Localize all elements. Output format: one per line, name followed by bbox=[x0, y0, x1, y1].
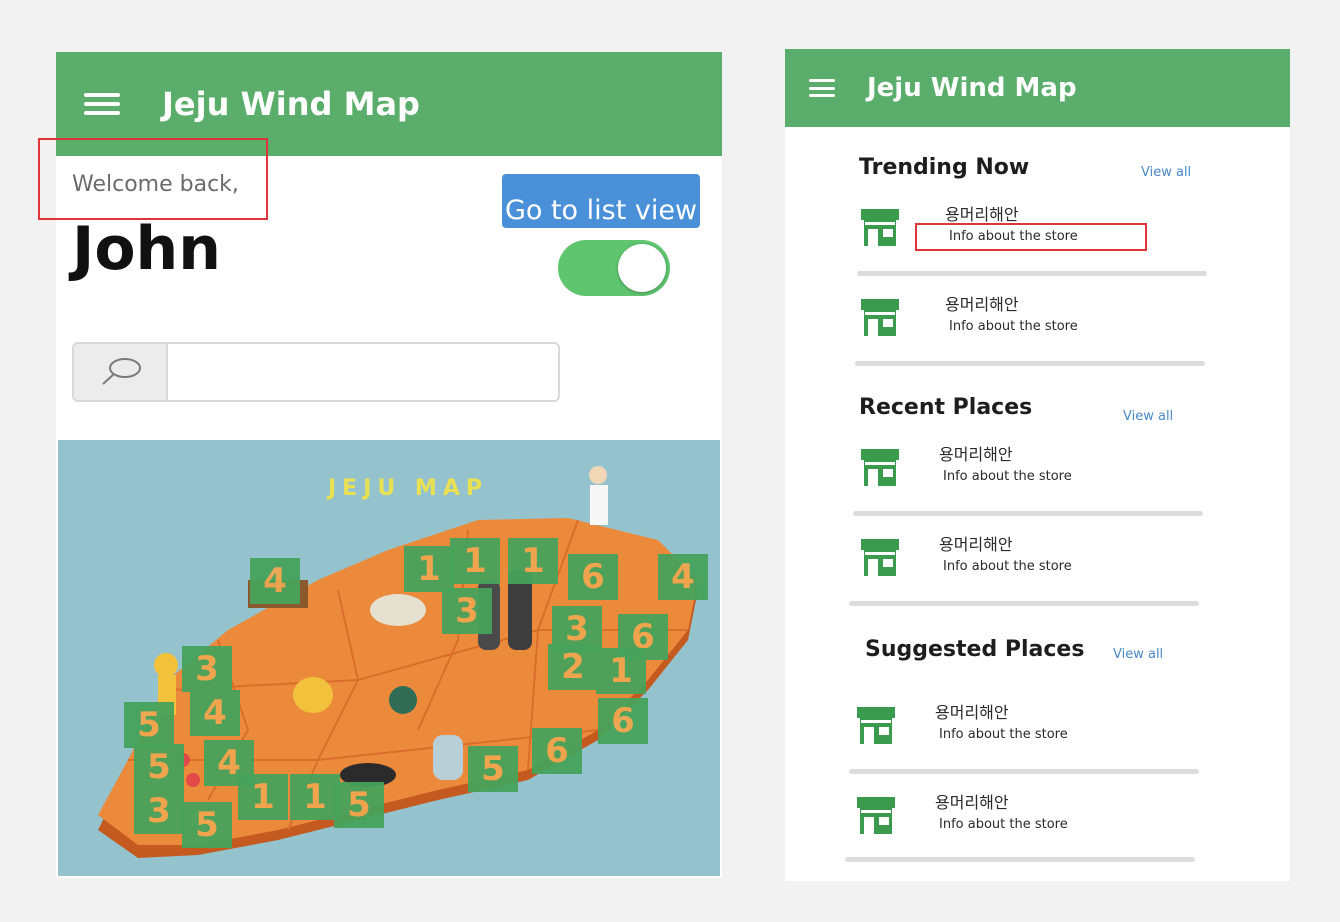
map-marker[interactable]: 3 bbox=[134, 788, 184, 834]
view-toggle[interactable] bbox=[558, 240, 670, 296]
map-marker[interactable]: 5 bbox=[334, 782, 384, 828]
store-list-item[interactable]: 용머리해안 Info about the store bbox=[855, 789, 1215, 859]
divider bbox=[845, 857, 1195, 862]
map-marker[interactable]: 1 bbox=[596, 648, 646, 694]
map-marker[interactable]: 4 bbox=[190, 690, 240, 736]
map-marker[interactable]: 1 bbox=[290, 774, 340, 820]
map-marker[interactable]: 5 bbox=[468, 746, 518, 792]
map-marker[interactable]: 5 bbox=[134, 744, 184, 790]
map-marker[interactable]: 1 bbox=[508, 538, 558, 584]
menu-icon[interactable] bbox=[84, 93, 120, 115]
map-marker[interactable]: 6 bbox=[598, 698, 648, 744]
divider bbox=[849, 769, 1199, 774]
store-info: Info about the store bbox=[943, 469, 1072, 484]
map-marker[interactable]: 1 bbox=[238, 774, 288, 820]
jeju-map[interactable]: JEJU MAP 4 1 1 1 6 4 3 3 6 2 1 3 4 5 5 4… bbox=[58, 440, 720, 876]
store-name: 용머리해안 bbox=[935, 793, 1009, 812]
section-title-suggested: Suggested Places bbox=[865, 637, 1085, 662]
view-all-trending-link[interactable]: View all bbox=[1141, 165, 1191, 180]
app-title: Jeju Wind Map bbox=[867, 73, 1077, 103]
search-bar bbox=[72, 342, 560, 402]
store-icon bbox=[861, 449, 899, 486]
divider bbox=[857, 271, 1207, 276]
menu-icon[interactable] bbox=[809, 79, 835, 97]
map-marker[interactable]: 5 bbox=[182, 802, 232, 848]
store-icon bbox=[857, 797, 895, 834]
store-icon bbox=[857, 707, 895, 744]
section-title-trending: Trending Now bbox=[859, 155, 1030, 180]
greeting-text: Welcome back, bbox=[72, 172, 239, 197]
store-info: Info about the store bbox=[939, 727, 1068, 742]
map-marker[interactable]: 3 bbox=[182, 646, 232, 692]
store-info: Info about the store bbox=[949, 319, 1078, 334]
map-marker[interactable]: 3 bbox=[442, 588, 492, 634]
store-list-item[interactable]: 용머리해안 Info about the store bbox=[859, 441, 1219, 511]
map-marker[interactable]: 5 bbox=[124, 702, 174, 748]
store-name: 용머리해안 bbox=[939, 445, 1013, 464]
map-marker[interactable]: 4 bbox=[658, 554, 708, 600]
annotation-highlight bbox=[915, 223, 1147, 251]
map-title: JEJU MAP bbox=[328, 476, 488, 501]
list-screen: Jeju Wind Map Trending Now View all 용머리해… bbox=[785, 49, 1290, 881]
store-name: 용머리해안 bbox=[945, 205, 1019, 224]
map-marker[interactable]: 1 bbox=[404, 546, 454, 592]
list-view-button[interactable]: Go to list view bbox=[502, 174, 700, 228]
store-info: Info about the store bbox=[939, 817, 1068, 832]
map-marker[interactable]: 6 bbox=[568, 554, 618, 600]
toggle-knob bbox=[618, 244, 666, 292]
divider bbox=[853, 511, 1203, 516]
app-title: Jeju Wind Map bbox=[162, 85, 420, 123]
store-list-item[interactable]: 용머리해안 Info about the store bbox=[859, 291, 1219, 361]
store-icon bbox=[861, 209, 899, 246]
store-icon bbox=[861, 299, 899, 336]
map-marker[interactable]: 2 bbox=[548, 644, 598, 690]
store-list-item[interactable]: 용머리해안 Info about the store bbox=[855, 699, 1215, 769]
map-marker[interactable]: 4 bbox=[250, 558, 300, 604]
divider bbox=[849, 601, 1199, 606]
store-icon bbox=[861, 539, 899, 576]
store-name: 용머리해안 bbox=[945, 295, 1019, 314]
view-all-recent-link[interactable]: View all bbox=[1123, 409, 1173, 424]
map-marker[interactable]: 1 bbox=[450, 538, 500, 584]
store-list-item[interactable]: 용머리해안 Info about the store bbox=[859, 531, 1219, 601]
store-name: 용머리해안 bbox=[935, 703, 1009, 722]
user-name: John bbox=[72, 214, 221, 284]
divider bbox=[855, 361, 1205, 366]
store-info: Info about the store bbox=[943, 559, 1072, 574]
view-all-suggested-link[interactable]: View all bbox=[1113, 647, 1163, 662]
store-name: 용머리해안 bbox=[939, 535, 1013, 554]
search-input[interactable] bbox=[168, 344, 558, 400]
search-icon[interactable] bbox=[74, 344, 168, 400]
section-title-recent: Recent Places bbox=[859, 395, 1033, 420]
app-bar: Jeju Wind Map bbox=[785, 49, 1290, 127]
home-screen: Jeju Wind Map Welcome back, John Go to l… bbox=[38, 52, 722, 878]
map-marker[interactable]: 6 bbox=[532, 728, 582, 774]
